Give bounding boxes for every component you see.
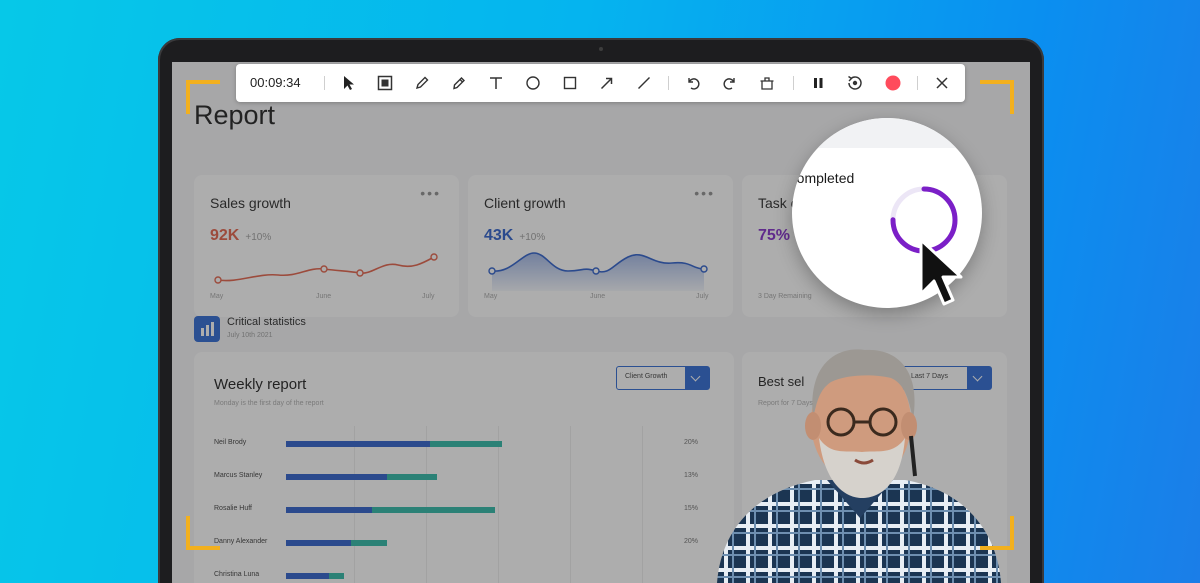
line-tool-icon[interactable] — [634, 73, 654, 93]
bar-label: Christina Luna — [214, 571, 260, 578]
capture-corner-bottom-right[interactable] — [980, 516, 1014, 550]
weekly-report-card: Weekly report Monday is the first day of… — [194, 352, 734, 583]
toolbar-divider — [668, 76, 669, 90]
card-title: Weekly report — [214, 376, 307, 393]
axis-label: July — [422, 293, 435, 300]
bar-secondary-segment — [329, 573, 344, 579]
bar-secondary-segment — [430, 441, 502, 447]
magnifier-background-strip — [792, 118, 982, 148]
axis-label: July — [696, 293, 709, 300]
recording-toolbar: 00:09:34 — [236, 64, 965, 102]
toolbar-divider — [917, 76, 918, 90]
focus-frame-icon[interactable] — [375, 73, 395, 93]
clear-icon[interactable] — [757, 73, 777, 93]
sales-growth-card: Sales growth ••• 92K +10% May June July — [194, 175, 459, 317]
bar-primary-segment — [286, 441, 430, 447]
capture-corner-top-right[interactable] — [980, 80, 1014, 114]
circle-tool-icon[interactable] — [523, 73, 543, 93]
weekly-bar-row: Rosalie Huff 15% — [194, 504, 698, 518]
weekly-bar-row: Danny Alexander 20% — [194, 537, 698, 551]
bar-primary-segment — [286, 507, 373, 513]
more-options-icon[interactable]: ••• — [694, 185, 715, 201]
arrow-tool-icon[interactable] — [597, 73, 617, 93]
redo-icon[interactable] — [720, 73, 740, 93]
restart-icon[interactable] — [845, 73, 865, 93]
metric-value: 43K +10% — [484, 227, 545, 245]
weekly-bar-row: Marcus Stanley 13% — [194, 471, 698, 485]
webcam-presenter — [717, 349, 1001, 583]
bar-percent: 13% — [684, 472, 699, 479]
recording-timer: 00:09:34 — [250, 75, 301, 90]
bar-secondary-segment — [372, 507, 495, 513]
card-title: Sales growth — [210, 195, 291, 211]
bar-percent: 15% — [684, 505, 699, 512]
bar-primary-segment — [286, 540, 351, 546]
dropdown-value: Client Growth — [625, 373, 668, 380]
metric-number: 43K — [484, 227, 514, 244]
toolbar-divider — [324, 76, 325, 90]
section-date: July 10th 2021 — [227, 332, 273, 339]
pen-icon[interactable] — [412, 73, 432, 93]
sales-sparkline — [214, 253, 438, 284]
more-options-icon[interactable]: ••• — [420, 185, 441, 201]
weekly-bar-row: Neil Brody 20% — [194, 438, 698, 452]
bar-label: Danny Alexander — [214, 538, 268, 545]
metric-number: 75% — [758, 227, 791, 244]
remaining-note: 3 Day Remaining — [758, 293, 812, 300]
axis-label: May — [484, 293, 498, 300]
bar-secondary-segment — [386, 474, 438, 480]
metric-number: 92K — [210, 227, 240, 244]
metric-value: 92K +10% — [210, 227, 271, 245]
bar-label: Neil Brody — [214, 439, 247, 446]
undo-icon[interactable] — [683, 73, 703, 93]
capture-corner-top-left[interactable] — [186, 80, 220, 114]
chevron-down-icon[interactable] — [685, 367, 709, 389]
metric-dropdown[interactable]: Client Growth — [616, 366, 710, 390]
record-icon[interactable] — [883, 73, 903, 93]
bar-primary-segment — [286, 573, 330, 579]
camera-dot — [599, 47, 603, 51]
toolbar-divider — [793, 76, 794, 90]
bar-secondary-segment — [350, 540, 387, 546]
metric-delta: +10% — [245, 232, 272, 243]
weekly-bar-row: Christina Luna — [194, 570, 694, 583]
bar-label: Marcus Stanley — [214, 472, 263, 479]
axis-label: May — [210, 293, 224, 300]
close-icon[interactable] — [932, 73, 952, 93]
magnified-card-title: Task completed — [792, 170, 855, 186]
metric-delta: +10% — [519, 232, 546, 243]
client-growth-card: Client growth ••• 43K +10% May June July — [468, 175, 733, 317]
text-tool-icon[interactable] — [486, 73, 506, 93]
pause-icon[interactable] — [808, 73, 828, 93]
bar-chart-icon — [194, 316, 220, 342]
rectangle-tool-icon[interactable] — [560, 73, 580, 93]
card-subtitle: Monday is the first day of the report — [214, 400, 324, 407]
bar-percent: 20% — [684, 439, 699, 446]
bar-label: Rosalie Huff — [214, 505, 253, 512]
axis-label: June — [316, 293, 332, 300]
client-area-chart — [488, 252, 708, 291]
card-title: Client growth — [484, 195, 566, 211]
bar-percent: 20% — [684, 538, 699, 545]
mouse-cursor-icon — [919, 238, 963, 306]
bar-primary-segment — [286, 474, 387, 480]
axis-label: June — [590, 293, 606, 300]
capture-corner-bottom-left[interactable] — [186, 516, 220, 550]
highlighter-icon[interactable] — [449, 73, 469, 93]
section-title: Critical statistics — [227, 316, 306, 328]
select-arrow-icon[interactable] — [339, 73, 359, 93]
